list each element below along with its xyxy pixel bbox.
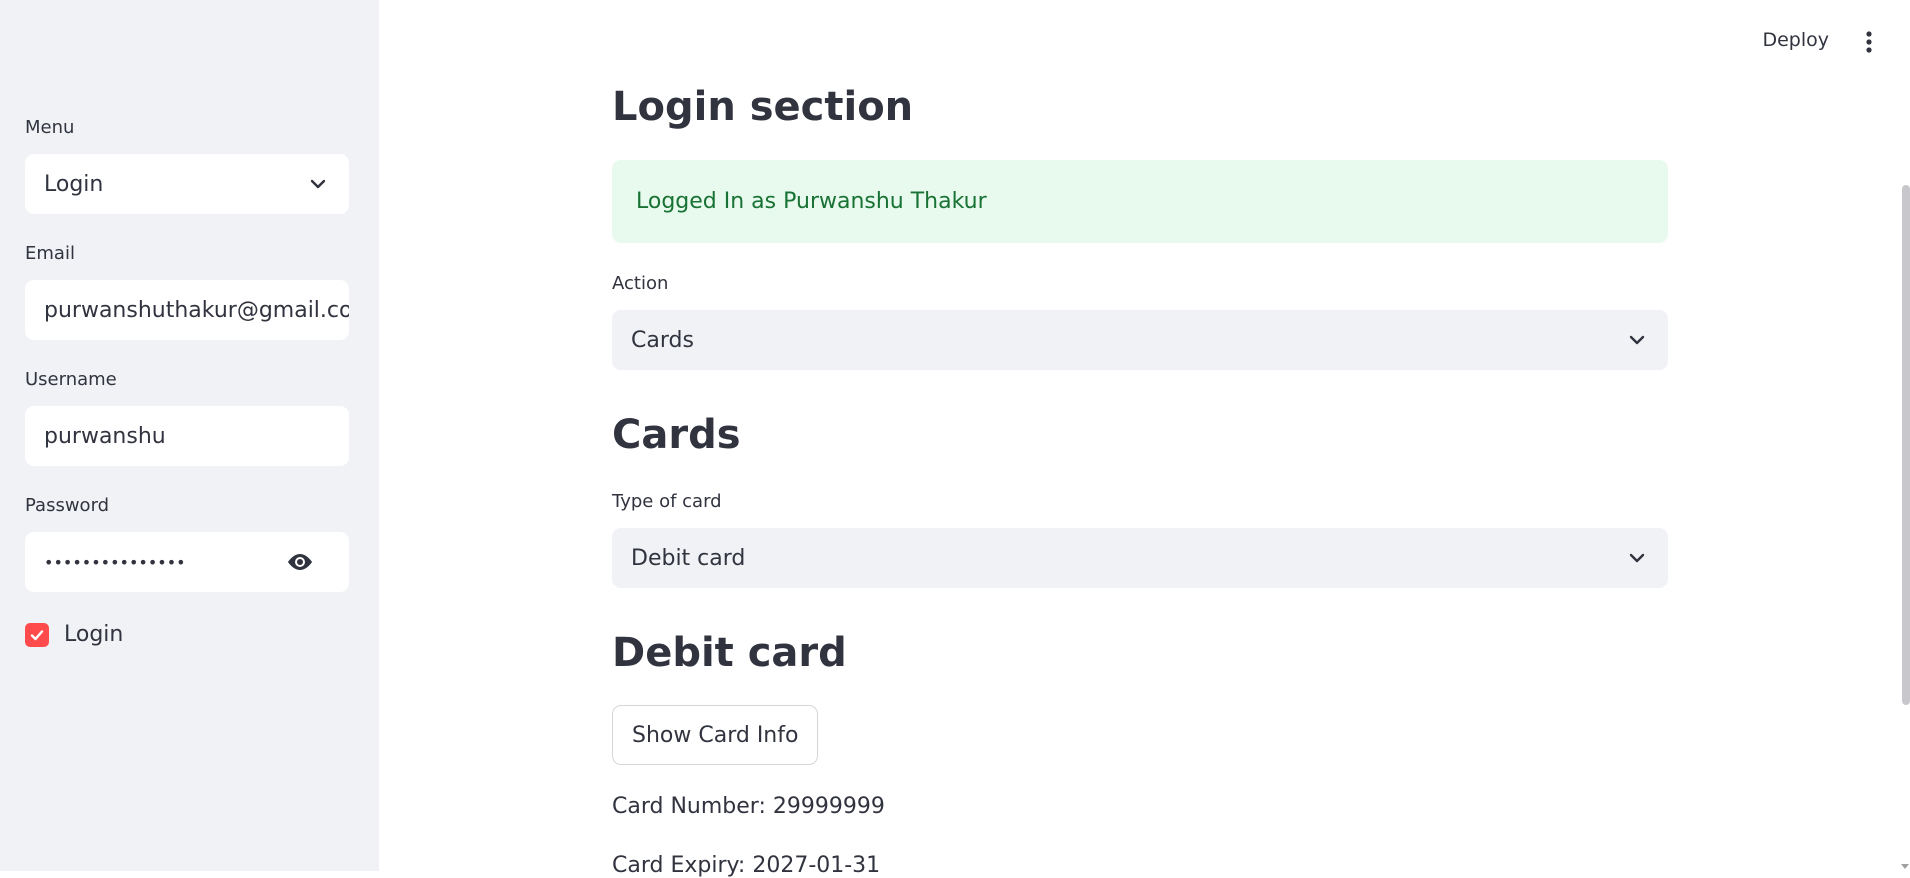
chevron-down-icon [310, 179, 326, 189]
chevron-down-icon [1629, 335, 1645, 345]
scrollbar[interactable] [1902, 185, 1910, 705]
card-type-select[interactable]: Debit card [612, 528, 1668, 588]
card-number-text: Card Number: 29999999 [612, 794, 885, 819]
menu-select-value: Login [44, 171, 104, 197]
email-field-value: purwanshuthakur@gmail.com [44, 297, 349, 323]
check-icon [30, 629, 44, 640]
password-field[interactable]: ••••••••••••••• [25, 532, 349, 592]
deploy-button[interactable]: Deploy [1762, 29, 1829, 51]
action-label: Action [612, 273, 669, 294]
cards-heading: Cards [612, 412, 741, 458]
username-field-value: purwanshu [44, 423, 166, 449]
username-field[interactable]: purwanshu [25, 406, 349, 466]
menu-label: Menu [25, 117, 75, 138]
chevron-down-icon [1629, 553, 1645, 563]
show-card-info-button[interactable]: Show Card Info [612, 705, 819, 765]
success-alert: Logged In as Purwanshu Thakur [612, 160, 1668, 243]
email-label: Email [25, 243, 75, 264]
success-alert-text: Logged In as Purwanshu Thakur [636, 189, 987, 214]
menu-select[interactable]: Login [25, 154, 349, 214]
scroll-down-icon[interactable] [1900, 861, 1910, 871]
sidebar: Menu Login Email purwanshuthakur@gmail.c… [0, 0, 379, 871]
card-expiry-text: Card Expiry: 2027-01-31 [612, 853, 881, 878]
login-checkbox-label: Login [64, 622, 124, 647]
eye-icon[interactable] [285, 551, 315, 573]
more-options-icon[interactable] [1865, 30, 1873, 54]
action-select-value: Cards [631, 327, 694, 353]
login-checkbox[interactable] [25, 622, 49, 647]
action-select[interactable]: Cards [612, 310, 1668, 370]
page-title: Login section [612, 84, 914, 130]
card-type-label: Type of card [612, 491, 722, 512]
email-field[interactable]: purwanshuthakur@gmail.com [25, 280, 349, 340]
main-area: Deploy Login section Logged In as Purwan… [379, 0, 1910, 878]
username-label: Username [25, 369, 117, 390]
password-field-value: ••••••••••••••• [44, 552, 186, 572]
password-label: Password [25, 495, 110, 516]
card-type-select-value: Debit card [631, 545, 746, 571]
login-checkbox-row[interactable]: Login [25, 622, 123, 647]
debit-card-heading: Debit card [612, 630, 847, 676]
